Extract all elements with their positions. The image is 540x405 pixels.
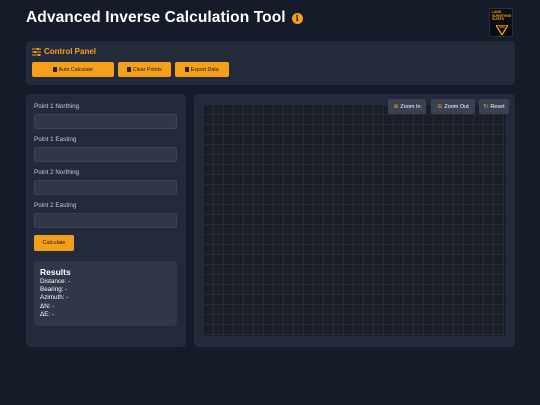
logo-mark-icon bbox=[496, 25, 508, 35]
export-data-label: Export Data bbox=[190, 66, 219, 73]
bearing-result: Bearing: - bbox=[40, 286, 68, 293]
control-panel-title: Control Panel bbox=[44, 47, 97, 56]
point1-easting-input[interactable] bbox=[34, 147, 177, 162]
results-title: Results bbox=[40, 267, 71, 277]
input-panel: Point 1 Northing Point 1 Easting Point 2… bbox=[26, 94, 186, 347]
company-logo: LAND SURVEYING SUITES bbox=[489, 8, 513, 37]
reset-label: Reset bbox=[490, 103, 505, 110]
sliders-icon bbox=[32, 47, 41, 56]
logo-text-line: SUITES bbox=[492, 17, 504, 22]
header: Advanced Inverse Calculation Tool i bbox=[26, 9, 303, 27]
clear-points-button[interactable]: Clear Points bbox=[118, 62, 171, 77]
calculate-button[interactable]: Calculate bbox=[34, 235, 74, 251]
plot-canvas[interactable] bbox=[203, 104, 506, 336]
control-panel: Control Panel Auto Calculate Clear Point… bbox=[26, 41, 515, 85]
point1-northing-input[interactable] bbox=[34, 114, 177, 129]
zoom-in-label: Zoom In bbox=[400, 103, 421, 110]
zoom-out-label: Zoom Out bbox=[444, 103, 469, 110]
zoom-in-icon: ⊕ bbox=[393, 104, 399, 110]
delta-n-result: ΔN: - bbox=[40, 303, 55, 310]
point2-easting-input[interactable] bbox=[34, 213, 177, 228]
page-title: Advanced Inverse Calculation Tool bbox=[26, 9, 286, 26]
export-data-button[interactable]: Export Data bbox=[175, 62, 229, 77]
azimuth-result: Azimuth: - bbox=[40, 294, 69, 301]
info-icon[interactable]: i bbox=[291, 12, 303, 24]
distance-result: Distance: - bbox=[40, 278, 71, 285]
point2-easting-label: Point 2 Easting bbox=[34, 202, 77, 209]
zoom-out-button[interactable]: ⊖ Zoom Out bbox=[431, 99, 475, 114]
point1-northing-label: Point 1 Northing bbox=[34, 103, 80, 110]
control-panel-header: Control Panel bbox=[32, 47, 96, 56]
auto-calculate-label: Auto Calculate bbox=[58, 66, 93, 73]
calculator-icon bbox=[53, 67, 58, 72]
zoom-out-icon: ⊖ bbox=[437, 104, 443, 110]
reset-button[interactable]: ↻ Reset bbox=[479, 99, 509, 114]
point2-northing-input[interactable] bbox=[34, 180, 177, 195]
auto-calculate-button[interactable]: Auto Calculate bbox=[32, 62, 114, 77]
point2-northing-label: Point 2 Northing bbox=[34, 169, 80, 176]
clear-points-label: Clear Points bbox=[132, 66, 162, 73]
export-icon bbox=[185, 67, 190, 72]
reset-icon: ↻ bbox=[483, 104, 489, 110]
trash-icon bbox=[127, 67, 132, 72]
plot-panel: ⊕ Zoom In ⊖ Zoom Out ↻ Reset bbox=[194, 94, 515, 347]
delta-e-result: ΔE: - bbox=[40, 311, 55, 318]
zoom-in-button[interactable]: ⊕ Zoom In bbox=[388, 99, 426, 114]
results-box: Results Distance: - Bearing: - Azimuth: … bbox=[34, 261, 177, 326]
point1-easting-label: Point 1 Easting bbox=[34, 136, 77, 143]
